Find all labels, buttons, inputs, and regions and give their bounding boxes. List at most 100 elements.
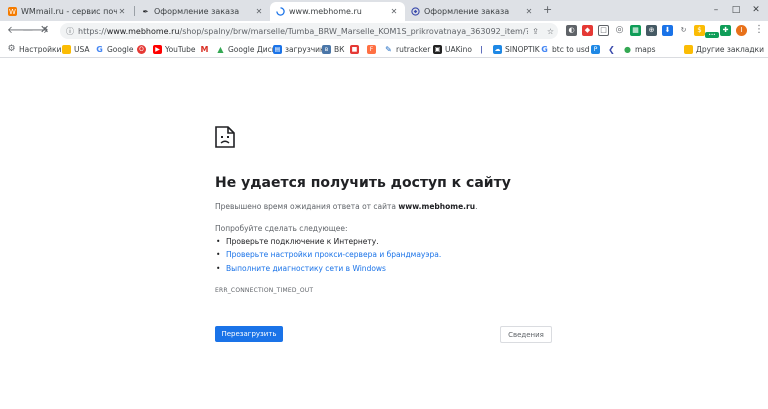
error-title: Не удается получить доступ к сайту <box>215 175 511 191</box>
orange-square-icon: F <box>367 44 376 54</box>
bookmark-label: rutracker <box>396 44 431 54</box>
new-tab-button[interactable]: + <box>543 3 552 16</box>
bookmark-uakino[interactable]: ▣ UAKino <box>433 43 472 55</box>
bookmarks-bar: ⚙ Настройки USA G Google O ▶ YouTube M ▲ Goo… <box>0 41 768 58</box>
stop-button[interactable]: ✕ <box>40 23 49 36</box>
google-icon: G <box>96 44 103 54</box>
grid-extension-icon[interactable]: ▦ <box>630 25 641 36</box>
bookmark-settings[interactable]: ⚙ Настройки <box>7 43 61 55</box>
puzzle-icon[interactable]: ✚ <box>720 25 731 36</box>
history-icon[interactable]: ↻ <box>678 25 689 36</box>
url-host: www.mebhome.ru <box>106 26 180 36</box>
extension-icon[interactable]: ◐ <box>566 25 577 36</box>
sinoptik-icon: ☁ <box>493 44 502 54</box>
bookmark-youtube[interactable]: ▶ YouTube <box>153 43 196 55</box>
tab-title: Оформление заказа <box>154 7 240 16</box>
star-icon[interactable]: ☆ <box>547 27 554 36</box>
rutracker-icon: ✎ <box>385 44 392 54</box>
bookmark-rutracker[interactable]: ✎ rutracker <box>384 43 430 55</box>
tab-mebhome[interactable]: www.mebhome.ru ✕ <box>270 2 405 21</box>
bookmark-downloader[interactable]: ▤ загрузчик <box>273 43 325 55</box>
bookmark-google[interactable]: G Google <box>95 43 133 55</box>
bookmark-usa[interactable]: USA <box>62 43 90 55</box>
youtube-icon: ▶ <box>153 44 162 54</box>
extension-icon[interactable]: ⊕ <box>646 25 657 36</box>
url-scheme: https:// <box>78 26 107 36</box>
bookmark-label: UAKino <box>445 44 472 54</box>
bookmark-thermometer[interactable]: ǀ <box>477 43 489 55</box>
bookmark-label: Google <box>107 44 134 54</box>
bookmark-label: USA <box>74 44 90 54</box>
bookmark-label: загрузчик <box>285 44 325 54</box>
folder-icon <box>684 44 693 54</box>
gmail-icon: M <box>200 44 209 54</box>
tab-title: www.mebhome.ru <box>289 7 362 16</box>
pen-icon: ✒ <box>142 7 149 16</box>
thermometer-icon: ǀ <box>480 44 483 54</box>
menu-icon[interactable]: ⋮ <box>754 24 764 35</box>
close-icon[interactable]: ✕ <box>117 7 127 16</box>
tab-strip: W WMmail.ru - сервис почтовых ра ✕ ✒ Офо… <box>0 0 768 21</box>
share-icon[interactable]: ⇪ <box>532 27 539 36</box>
bookmark-other-bookmarks[interactable]: Другие закладки <box>684 43 764 55</box>
suggestion-check-connection: Проверьте подключение к Интернету. <box>216 237 379 246</box>
maximize-button[interactable]: □ <box>726 0 746 21</box>
uakino-icon: ▣ <box>433 44 442 54</box>
tab-title: WMmail.ru - сервис почтовых ра <box>21 7 117 16</box>
wmmail-icon: W <box>8 7 17 16</box>
bookmark-btc-to-usd[interactable]: Gbtc to usd <box>540 43 589 55</box>
bookmark-vk[interactable]: в ВК <box>322 43 344 55</box>
arrow-icon: ❮ <box>608 44 615 54</box>
bookmark-label: maps <box>635 44 656 54</box>
error-description: Превышено время ожидания ответа от сайта… <box>215 202 477 211</box>
bookmark-label: ВК <box>334 44 345 54</box>
suggestion-run-diagnostics-link[interactable]: Выполните диагностику сети в Windows <box>216 264 386 273</box>
error-description-end: . <box>475 202 478 211</box>
sad-page-icon <box>215 126 235 152</box>
url-text[interactable]: https://www.mebhome.ru/shop/spalny/brw/m… <box>78 27 528 36</box>
reload-button[interactable]: Перезагрузить <box>215 326 283 342</box>
address-bar[interactable]: ⓘ https://www.mebhome.ru/shop/spalny/brw… <box>60 23 558 39</box>
bookmark-maps[interactable]: ● maps <box>623 43 656 55</box>
error-description-text: Превышено время ожидания ответа от сайта <box>215 202 399 211</box>
close-icon[interactable]: ✕ <box>389 7 399 16</box>
details-button[interactable]: Сведения <box>500 326 552 343</box>
bookmark-label: Google Диск <box>228 44 277 54</box>
tab-wmmail[interactable]: W WMmail.ru - сервис почтовых ра ✕ <box>2 2 133 21</box>
drive-icon: ▲ <box>217 44 224 54</box>
bookmark-arrow[interactable]: ❮ <box>607 43 619 55</box>
info-icon[interactable]: ⓘ <box>66 26 74 37</box>
downloader-icon: ▤ <box>273 44 282 54</box>
bookmark-google-drive[interactable]: ▲ Google Диск <box>216 43 276 55</box>
bookmark-orange[interactable]: F <box>367 43 379 55</box>
bookmark-label: SINOPTIK <box>505 44 540 54</box>
close-window-button[interactable]: ✕ <box>746 0 766 21</box>
bookmark-p[interactable]: P <box>591 43 603 55</box>
bookmark-gmail[interactable]: M <box>200 43 212 55</box>
avatar[interactable]: I <box>736 25 747 36</box>
minimize-button[interactable]: – <box>706 0 726 21</box>
suggestion-check-proxy-link[interactable]: Проверьте настройки прокси-сервера и бра… <box>216 250 441 259</box>
maps-icon: ● <box>624 44 631 54</box>
close-icon[interactable]: ✕ <box>524 7 534 16</box>
close-icon[interactable]: ✕ <box>254 7 264 16</box>
coin-icon[interactable]: $ <box>694 25 705 36</box>
globe-icon[interactable]: ◎ <box>614 25 625 36</box>
bookmark-sinoptik[interactable]: ☁ SINOPTIK <box>493 43 540 55</box>
error-host: www.mebhome.ru <box>398 202 476 211</box>
bookmark-red[interactable]: ■ <box>350 43 362 55</box>
tab-checkout-2[interactable]: Оформление заказа ✕ <box>405 2 540 21</box>
bookmark-opera[interactable]: O <box>137 43 149 55</box>
bookmark-label: YouTube <box>165 44 196 54</box>
bookmark-label: Настройки <box>19 44 62 54</box>
toolbar: 🡐 🡒 ✕ ⓘ https://www.mebhome.ru/shop/spal… <box>0 21 768 41</box>
folder-icon <box>62 44 71 54</box>
tab-checkout-1[interactable]: ✒ Оформление заказа ✕ <box>135 2 270 21</box>
download-icon[interactable]: ⬇ <box>662 25 673 36</box>
badge-icon: ••• <box>705 32 719 38</box>
vk-icon: в <box>322 44 331 54</box>
red-square-icon: ■ <box>350 44 359 54</box>
extension-square-icon[interactable]: □ <box>598 25 609 36</box>
adblock-icon[interactable]: ◆ <box>582 25 593 36</box>
shop-icon <box>411 7 420 16</box>
